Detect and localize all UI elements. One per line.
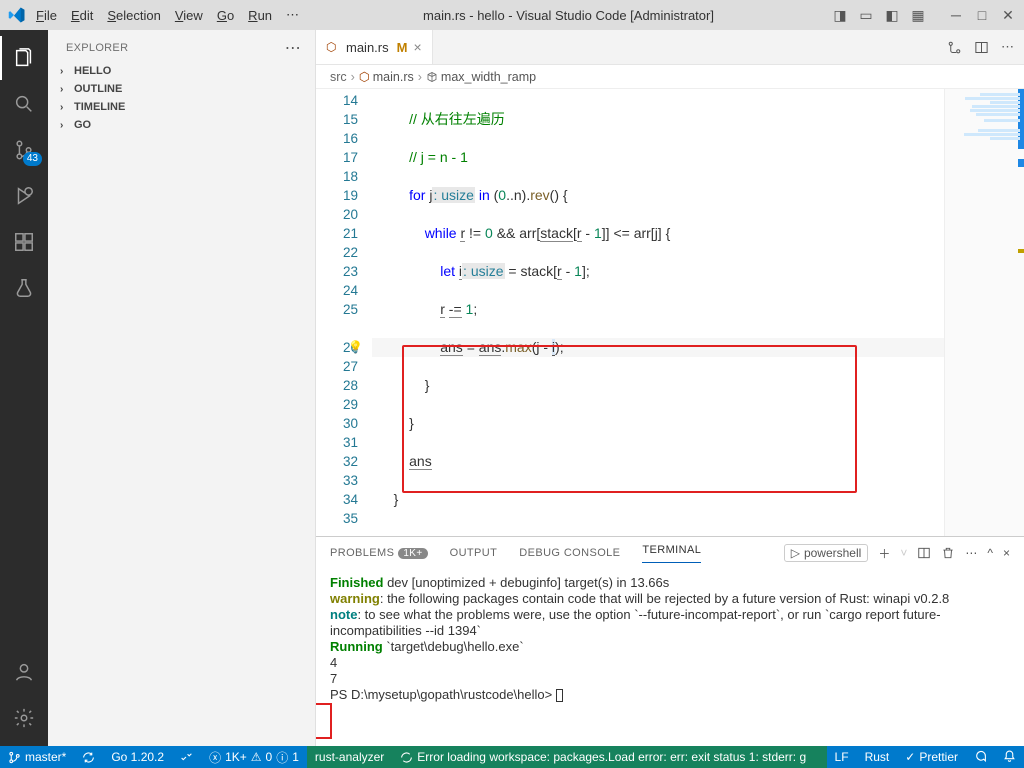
tab-modified-indicator: M [395, 40, 408, 55]
status-bar: master* Go 1.20.2 ⓧ1K+ ⚠0 ⓘ1 rust-analyz… [0, 746, 1024, 768]
explorer-sidebar: EXPLORER ⋯ ›HELLO ›OUTLINE ›TIMELINE ›GO [48, 30, 316, 746]
code-content[interactable]: // 从右往左遍历 // j = n - 1 for j: usize in (… [372, 89, 944, 536]
crumb-max-width-ramp[interactable]: max_width_ramp [426, 70, 536, 84]
code-editor[interactable]: 14151617 18192021 22232425 26272829 3031… [316, 89, 1024, 536]
crumb-src[interactable]: src [330, 70, 347, 84]
new-terminal-icon[interactable]: ＋ [878, 545, 890, 562]
sb-sync[interactable] [74, 746, 103, 768]
terminal-shell-selector[interactable]: ▷powershell [784, 544, 869, 562]
explorer-title: EXPLORER [66, 42, 128, 54]
split-terminal-icon[interactable] [917, 546, 931, 560]
menu-go[interactable]: Go [211, 6, 240, 25]
settings-gear-icon[interactable] [0, 696, 48, 740]
tab-filename: main.rs [346, 40, 389, 55]
customize-layout-icon[interactable]: ▦ [910, 7, 926, 23]
maximize-icon[interactable]: □ [974, 7, 990, 23]
terminal[interactable]: Finished dev [unoptimized + debuginfo] t… [316, 569, 1024, 746]
menu-selection[interactable]: Selection [101, 6, 166, 25]
toggle-panel-left-icon[interactable]: ◨ [832, 7, 848, 23]
panel: PROBLEMS1K+ OUTPUT DEBUG CONSOLE TERMINA… [316, 536, 1024, 746]
sb-feedback-icon[interactable] [966, 750, 995, 763]
minimize-icon[interactable]: ─ [948, 7, 964, 23]
sb-rust-analyzer[interactable]: rust-analyzer [307, 746, 392, 768]
kill-terminal-icon[interactable] [941, 546, 955, 560]
program-output-2: 7 [330, 671, 1010, 687]
split-editor-icon[interactable] [974, 40, 989, 55]
accounts-icon[interactable] [0, 650, 48, 694]
tab-debug-console[interactable]: DEBUG CONSOLE [519, 547, 620, 559]
program-output-1: 4 [330, 655, 1010, 671]
run-debug-icon[interactable] [0, 174, 48, 218]
activity-bar: 43 [0, 30, 48, 746]
panel-tabs: PROBLEMS1K+ OUTPUT DEBUG CONSOLE TERMINA… [316, 537, 1024, 569]
sb-problems[interactable]: ⓧ1K+ ⚠0 ⓘ1 [201, 746, 307, 768]
sb-prettier[interactable]: ✓Prettier [897, 750, 966, 764]
sb-loading-error[interactable]: Error loading workspace: packages.Load e… [392, 746, 826, 768]
line-gutter: 14151617 18192021 22232425 26272829 3031… [316, 89, 372, 536]
editor-area: ⬡ main.rs M × ⋯ src › ⬡main.rs › max_wid… [316, 30, 1024, 746]
menu-edit[interactable]: Edit [65, 6, 99, 25]
lightbulb-icon[interactable]: 💡 [348, 338, 362, 352]
terminal-cursor [556, 689, 563, 702]
sb-go-tools-icon[interactable] [172, 746, 201, 768]
tab-main-rs[interactable]: ⬡ main.rs M × [316, 30, 433, 64]
maximize-panel-icon[interactable]: ^ [987, 546, 993, 560]
close-panel-icon[interactable]: × [1003, 546, 1010, 560]
toggle-panel-bottom-icon[interactable]: ▭ [858, 7, 874, 23]
source-control-icon[interactable]: 43 [0, 128, 48, 172]
testing-icon[interactable] [0, 266, 48, 310]
close-window-icon[interactable]: ✕ [1000, 7, 1016, 23]
crumb-main-rs[interactable]: ⬡main.rs [359, 69, 414, 84]
tab-terminal[interactable]: TERMINAL [642, 544, 701, 563]
minimap[interactable] [944, 89, 1024, 536]
section-hello[interactable]: ›HELLO [48, 62, 315, 80]
sb-eol[interactable]: LF [827, 750, 857, 764]
window-title: main.rs - hello - Visual Studio Code [Ad… [309, 8, 828, 23]
scm-badge: 43 [23, 152, 42, 166]
section-go[interactable]: ›GO [48, 116, 315, 134]
title-bar: File Edit Selection View Go Run ⋯ main.r… [0, 0, 1024, 30]
tab-problems[interactable]: PROBLEMS1K+ [330, 547, 428, 559]
tab-close-icon[interactable]: × [413, 39, 421, 55]
menu-run[interactable]: Run [242, 6, 278, 25]
rust-file-icon: ⬡ [326, 40, 340, 54]
sb-branch[interactable]: master* [0, 746, 74, 768]
menu-file[interactable]: File [30, 6, 63, 25]
section-timeline[interactable]: ›TIMELINE [48, 98, 315, 116]
extensions-icon[interactable] [0, 220, 48, 264]
sb-bell-icon[interactable] [995, 750, 1024, 763]
tab-actions-more-icon[interactable]: ⋯ [1001, 39, 1014, 55]
search-icon[interactable] [0, 82, 48, 126]
explorer-more-icon[interactable]: ⋯ [285, 38, 301, 58]
sb-lang[interactable]: Rust [857, 750, 898, 764]
breadcrumb[interactable]: src › ⬡main.rs › max_width_ramp [316, 65, 1024, 89]
highlight-box-terminal [316, 703, 332, 739]
section-outline[interactable]: ›OUTLINE [48, 80, 315, 98]
toggle-panel-right-icon[interactable]: ◧ [884, 7, 900, 23]
menu-overflow[interactable]: ⋯ [280, 5, 305, 25]
window-controls: ─ □ ✕ [948, 7, 1016, 23]
sb-go-version[interactable]: Go 1.20.2 [103, 746, 172, 768]
tab-output[interactable]: OUTPUT [450, 547, 498, 559]
explorer-icon[interactable] [0, 36, 48, 80]
layout-controls: ◨ ▭ ◧ ▦ [832, 7, 926, 23]
panel-more-icon[interactable]: ⋯ [965, 546, 977, 560]
menu-bar: File Edit Selection View Go Run ⋯ [30, 5, 305, 25]
compare-changes-icon[interactable] [947, 40, 962, 55]
menu-view[interactable]: View [169, 6, 209, 25]
editor-tabs: ⬡ main.rs M × ⋯ [316, 30, 1024, 65]
vscode-logo-icon [8, 6, 26, 24]
